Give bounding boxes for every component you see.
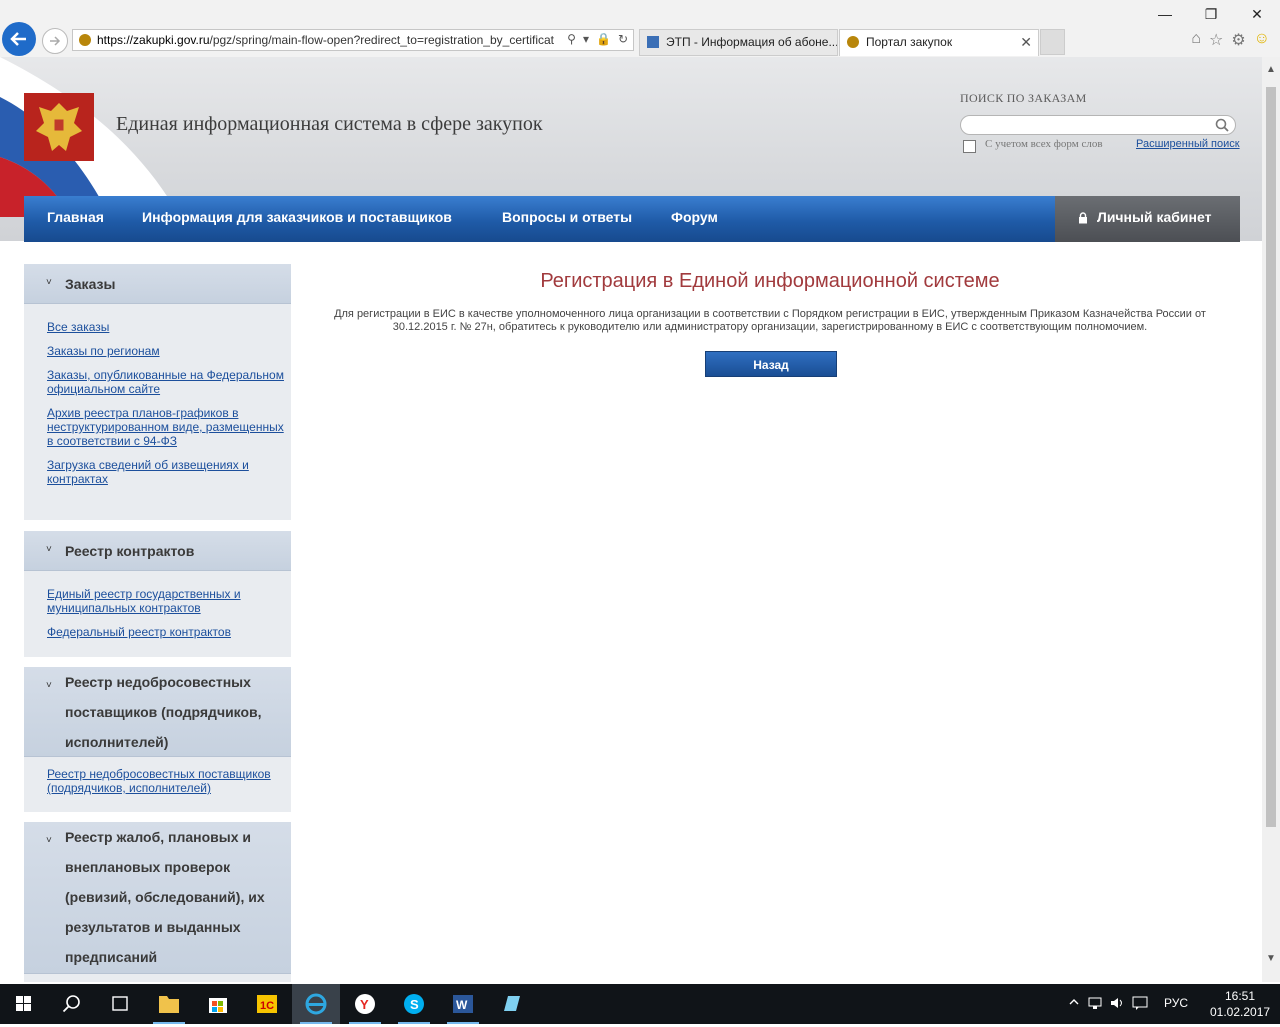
address-bar[interactable]: https://zakupki.gov.ru/pgz/spring/main-f…: [72, 29, 634, 51]
tab-etp[interactable]: ЭТП - Информация об абоне...: [639, 29, 838, 56]
sidebar-block-contracts: ˅ Реестр контрактов Единый реестр госуда…: [24, 531, 291, 657]
portal-favicon-icon: [847, 36, 859, 48]
scroll-up-icon[interactable]: ▲: [1262, 61, 1280, 79]
volume-icon[interactable]: [1110, 996, 1126, 1010]
page-title: Регистрация в Единой информационной сист…: [540, 270, 1000, 292]
chevron-down-icon: ˅: [46, 277, 52, 288]
chevron-down-icon: ˅: [46, 835, 52, 846]
search-input[interactable]: [969, 117, 1213, 135]
start-button[interactable]: [0, 984, 48, 1024]
back-page-button[interactable]: Назад: [705, 351, 837, 377]
dropdown-icon[interactable]: ▾: [583, 32, 589, 46]
clock-date: 01.02.2017: [1210, 1005, 1271, 1019]
all-word-forms-checkbox[interactable]: [963, 140, 976, 153]
vertical-scrollbar[interactable]: ▲ ▼: [1262, 57, 1280, 982]
task-view-icon[interactable]: [96, 984, 144, 1024]
link-orders-by-region[interactable]: Заказы по регионам: [47, 344, 285, 358]
tab-label: Портал закупок: [866, 35, 953, 49]
forward-button[interactable]: [42, 28, 68, 54]
yandex-browser-icon[interactable]: Y: [341, 984, 389, 1024]
app-1c-icon[interactable]: 1C: [243, 984, 291, 1024]
sidebar-block-title: Реестр жалоб, плановых и внеплановых пров…: [65, 829, 265, 965]
registration-instructions: Для регистрации в ЕИС в качестве уполном…: [334, 308, 1206, 333]
svg-text:W: W: [456, 998, 468, 1012]
notepad-app-icon[interactable]: [488, 984, 536, 1024]
lock-icon: [1079, 212, 1087, 224]
back-button[interactable]: [2, 22, 36, 56]
nav-home[interactable]: Главная: [47, 209, 104, 225]
chevron-up-icon[interactable]: [1068, 996, 1080, 1008]
nav-faq[interactable]: Вопросы и ответы: [502, 209, 632, 225]
link-unified-contracts-registry[interactable]: Единый реестр государственных и муниципал…: [47, 587, 285, 615]
favorites-star-icon[interactable]: ☆: [1209, 30, 1223, 50]
personal-cabinet-button[interactable]: Личный кабинет: [1055, 196, 1240, 242]
search-icon[interactable]: [1215, 118, 1229, 132]
link-unfair-suppliers-registry[interactable]: Реестр недобросовестных поставщиков (подр…: [47, 767, 285, 795]
advanced-search-link[interactable]: Расширенный поиск: [1136, 138, 1240, 150]
sidebar-block-header[interactable]: ˅ Заказы: [24, 264, 291, 304]
nav-info-customers-suppliers[interactable]: Информация для заказчиков и поставщиков: [142, 209, 452, 225]
store-icon[interactable]: [194, 984, 242, 1024]
sidebar-block-unfair-suppliers: ˅ Реестр недобросовестных поставщиков (по…: [24, 667, 291, 812]
sidebar-block-header[interactable]: ˅ Реестр жалоб, плановых и внеплановых пр…: [24, 822, 291, 974]
close-tab-icon[interactable]: ✕: [1020, 34, 1032, 51]
sidebar-block-title: Заказы: [65, 276, 116, 292]
etp-favicon-icon: [647, 36, 659, 48]
internet-explorer-icon[interactable]: [292, 984, 340, 1024]
home-icon[interactable]: ⌂: [1191, 30, 1201, 50]
chevron-down-icon: ˅: [46, 544, 52, 555]
tab-label: ЭТП - Информация об абоне...: [666, 35, 838, 49]
link-federal-contracts-registry[interactable]: Федеральный реестр контрактов: [47, 625, 285, 639]
link-federal-site-orders[interactable]: Заказы, опубликованные на Федеральном офи…: [47, 368, 285, 396]
notifications-icon[interactable]: [1132, 996, 1148, 1010]
svg-text:1C: 1C: [260, 1000, 274, 1012]
feedback-smiley-icon[interactable]: ☺: [1254, 30, 1270, 50]
windows-taskbar: 1C Y S W РУС 16:51 01.02.2017: [0, 984, 1280, 1024]
personal-cabinet-label: Личный кабинет: [1097, 209, 1212, 225]
sidebar-block-complaints: ˅ Реестр жалоб, плановых и внеплановых пр…: [24, 822, 291, 982]
scroll-thumb[interactable]: [1266, 87, 1276, 827]
browser-chrome: — ❐ ✕ https://zakupki.gov.ru/pgz/spring/…: [0, 0, 1280, 58]
window-controls: — ❐ ✕: [1142, 0, 1280, 28]
clock[interactable]: 16:51 01.02.2017: [1210, 988, 1270, 1020]
lock-icon[interactable]: 🔒: [596, 32, 611, 46]
sidebar-block-header[interactable]: ˅ Реестр недобросовестных поставщиков (по…: [24, 667, 291, 757]
new-tab-button[interactable]: [1040, 29, 1065, 55]
clock-time: 16:51: [1224, 989, 1256, 1003]
link-notices-upload[interactable]: Загрузка сведений об извещениях и контрак…: [47, 458, 285, 486]
word-icon[interactable]: W: [439, 984, 487, 1024]
close-window-icon[interactable]: ✕: [1234, 0, 1280, 28]
sidebar-block-title: Реестр контрактов: [65, 543, 195, 559]
input-language[interactable]: РУС: [1164, 996, 1188, 1010]
search-label: ПОИСК ПО ЗАКАЗАМ: [960, 91, 1087, 105]
sidebar-block-orders: ˅ Заказы Все заказы Заказы по регионам З…: [24, 264, 291, 520]
skype-icon[interactable]: S: [390, 984, 438, 1024]
coat-of-arms-logo[interactable]: [24, 93, 94, 161]
network-icon[interactable]: [1088, 996, 1104, 1010]
link-plans-archive[interactable]: Архив реестра планов-графиков в неструкту…: [47, 406, 285, 448]
page-viewport: Единая информационная система в сфере за…: [0, 57, 1262, 982]
restore-icon[interactable]: ❐: [1188, 0, 1234, 28]
refresh-icon[interactable]: ↻: [618, 32, 628, 46]
settings-gear-icon[interactable]: ⚙: [1231, 30, 1245, 50]
search-icon[interactable]: ⚲: [567, 32, 576, 46]
link-all-orders[interactable]: Все заказы: [47, 320, 285, 334]
url-text[interactable]: https://zakupki.gov.ru/pgz/spring/main-f…: [97, 33, 563, 47]
site-title: Единая информационная система в сфере за…: [116, 113, 543, 135]
svg-text:S: S: [410, 997, 419, 1012]
scroll-down-icon[interactable]: ▼: [1262, 950, 1280, 968]
nav-forum[interactable]: Форум: [671, 209, 718, 225]
main-navigation: Главная Информация для заказчиков и пост…: [24, 196, 1240, 242]
svg-text:Y: Y: [360, 997, 369, 1012]
chevron-down-icon: ˅: [46, 680, 52, 691]
tab-portal[interactable]: Портал закупок ✕: [839, 29, 1039, 56]
all-word-forms-label: С учетом всех форм слов: [985, 138, 1103, 150]
sidebar-block-header[interactable]: ˅ Реестр контрактов: [24, 531, 291, 571]
file-explorer-icon[interactable]: [145, 984, 193, 1024]
sidebar-block-title: Реестр недобросовестных поставщиков (подр…: [65, 674, 262, 750]
minimize-icon[interactable]: —: [1142, 0, 1188, 28]
site-favicon-icon: [79, 34, 91, 46]
search-icon[interactable]: [48, 984, 96, 1024]
order-search-field[interactable]: [960, 115, 1236, 135]
